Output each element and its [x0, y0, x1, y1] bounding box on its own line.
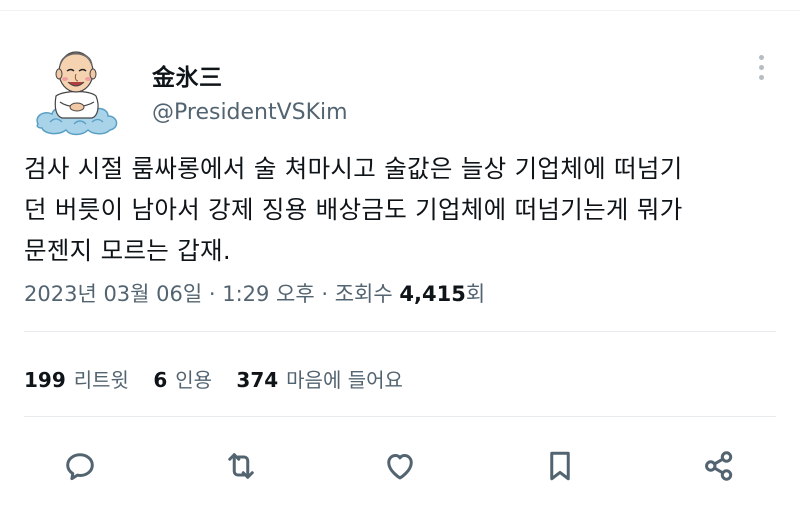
retweets-count: 199: [24, 368, 66, 392]
likes-label: 마음에 들어요: [286, 368, 403, 392]
tweet-meta: 2023년 03월 06일 · 1:29 오후 · 조회수 4,415회: [24, 278, 485, 308]
author-avatar[interactable]: [34, 36, 120, 140]
more-options-button[interactable]: [748, 52, 774, 82]
views-label: 조회수: [334, 282, 393, 306]
like-button[interactable]: [378, 444, 422, 488]
retweets-label: 리트윗: [73, 368, 129, 392]
share-button[interactable]: [697, 444, 741, 488]
more-options-dot: [758, 64, 764, 70]
tweet-text-line: 문젠지 모르는 갑재.: [24, 236, 231, 265]
divider: [24, 416, 776, 417]
quotes-label: 인용: [175, 368, 213, 392]
heart-icon: [387, 454, 413, 480]
tweet-text-line: 검사 시절 룸싸롱에서 술 쳐마시고 술값은 늘상 기업체에 떠넘기: [24, 154, 683, 183]
bookmark-button[interactable]: [538, 444, 582, 488]
views-count: 4,415: [399, 282, 466, 306]
tweet-timestamp[interactable]: 2023년 03월 06일 · 1:29 오후 ·: [24, 282, 328, 306]
retweet-button[interactable]: [219, 444, 263, 488]
quotes-stat[interactable]: 6 인용: [153, 368, 212, 392]
more-options-dot: [758, 74, 764, 80]
author-handle[interactable]: @PresidentVSKim: [152, 100, 348, 125]
tweet-text: 검사 시절 룸싸롱에서 술 쳐마시고 술값은 늘상 기업체에 떠넘기 던 버릇이…: [24, 148, 784, 271]
tweet-text-line: 던 버릇이 남아서 강제 징용 배상금도 기업체에 떠넘기는게 뭐가: [24, 195, 683, 224]
author-display-name[interactable]: 金氷三: [152, 58, 223, 92]
tweet-stats: 199 리트윗 6 인용 374 마음에 들어요: [24, 364, 421, 393]
quotes-count: 6: [153, 368, 168, 392]
retweet-icon: [228, 453, 254, 479]
divider: [24, 331, 776, 332]
reply-icon: [66, 453, 94, 481]
more-options-icon: [758, 54, 764, 60]
tweet-detail-view: 金氷三 @PresidentVSKim 검사 시절 룸싸롱에서 술 쳐마시고 술…: [0, 0, 800, 515]
top-divider: [0, 10, 800, 11]
cartoon-old-man-on-cloud-avatar-icon: [36, 51, 118, 136]
views-suffix: 회: [465, 282, 486, 306]
bookmark-icon: [550, 451, 570, 481]
share-icon: [705, 451, 733, 481]
likes-count: 374: [236, 368, 279, 392]
retweets-stat[interactable]: 199 리트윗: [24, 368, 129, 392]
likes-stat[interactable]: 374 마음에 들어요: [236, 368, 403, 392]
reply-button[interactable]: [58, 444, 102, 488]
